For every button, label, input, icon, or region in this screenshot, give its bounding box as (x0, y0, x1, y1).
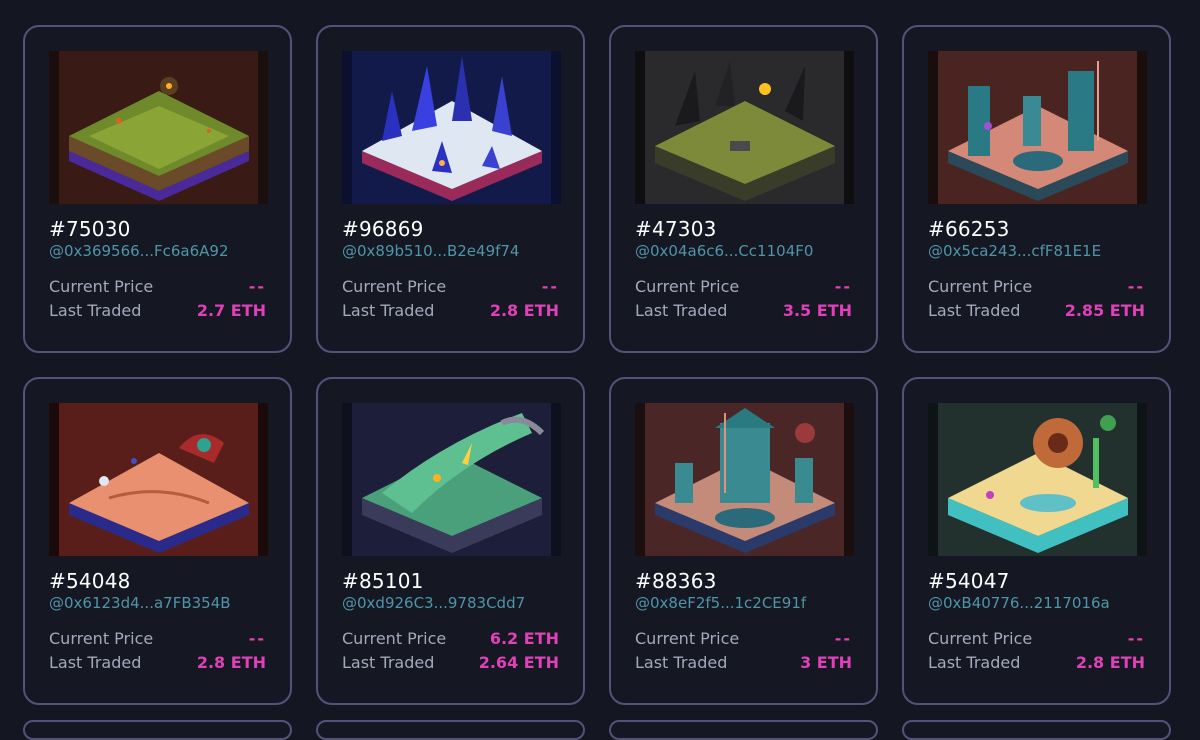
last-traded-value: 2.8 ETH (489, 300, 559, 320)
current-price-value: -- (248, 276, 266, 296)
token-id[interactable]: #85101 (342, 569, 559, 593)
current-price-row: Current Price -- (49, 626, 266, 650)
owner-address-link[interactable]: @0x369566...Fc6a6A92 (49, 242, 266, 260)
token-id[interactable]: #88363 (635, 569, 852, 593)
last-traded-value: 3 ETH (800, 652, 852, 672)
current-price-value: -- (834, 628, 852, 648)
last-traded-label: Last Traded (49, 652, 142, 672)
current-price-row: Current Price -- (49, 274, 266, 298)
nft-image[interactable] (928, 403, 1147, 556)
last-traded-label: Last Traded (635, 652, 728, 672)
current-price-label: Current Price (342, 276, 447, 296)
nft-card-partial[interactable] (316, 720, 585, 740)
last-traded-row: Last Traded 2.64 ETH (342, 650, 559, 674)
current-price-label: Current Price (635, 276, 740, 296)
owner-address-link[interactable]: @0x89b510...B2e49f74 (342, 242, 559, 260)
current-price-row: Current Price -- (928, 274, 1145, 298)
last-traded-label: Last Traded (928, 300, 1021, 320)
current-price-value: -- (1127, 628, 1145, 648)
nft-card[interactable]: #96869 @0x89b510...B2e49f74 Current Pric… (316, 25, 585, 353)
last-traded-value: 2.64 ETH (478, 652, 559, 672)
nft-card[interactable]: #47303 @0x04a6c6...Cc1104F0 Current Pric… (609, 25, 878, 353)
nft-card[interactable]: #54047 @0xB40776...2117016a Current Pric… (902, 377, 1171, 705)
nft-card[interactable]: #88363 @0x8eF2f5...1c2CE91f Current Pric… (609, 377, 878, 705)
nft-image[interactable] (928, 51, 1147, 204)
owner-address-link[interactable]: @0x5ca243...cfF81E1E (928, 242, 1145, 260)
owner-address-link[interactable]: @0x8eF2f5...1c2CE91f (635, 594, 852, 612)
current-price-value: -- (541, 276, 559, 296)
owner-address-link[interactable]: @0x6123d4...a7FB354B (49, 594, 266, 612)
last-traded-value: 2.7 ETH (196, 300, 266, 320)
nft-card[interactable]: #54048 @0x6123d4...a7FB354B Current Pric… (23, 377, 292, 705)
token-id[interactable]: #75030 (49, 217, 266, 241)
token-id[interactable]: #54047 (928, 569, 1145, 593)
last-traded-row: Last Traded 2.8 ETH (928, 650, 1145, 674)
nft-card-partial[interactable] (609, 720, 878, 740)
last-traded-value: 3.5 ETH (782, 300, 852, 320)
current-price-row: Current Price -- (635, 274, 852, 298)
last-traded-label: Last Traded (635, 300, 728, 320)
current-price-row: Current Price -- (928, 626, 1145, 650)
nft-card[interactable]: #66253 @0x5ca243...cfF81E1E Current Pric… (902, 25, 1171, 353)
current-price-value: 6.2 ETH (489, 628, 559, 648)
current-price-row: Current Price 6.2 ETH (342, 626, 559, 650)
last-traded-value: 2.85 ETH (1064, 300, 1145, 320)
owner-address-link[interactable]: @0x04a6c6...Cc1104F0 (635, 242, 852, 260)
last-traded-row: Last Traded 2.8 ETH (49, 650, 266, 674)
nft-card[interactable]: #75030 @0x369566...Fc6a6A92 Current Pric… (23, 25, 292, 353)
last-traded-value: 2.8 ETH (196, 652, 266, 672)
current-price-label: Current Price (342, 628, 447, 648)
current-price-value: -- (1127, 276, 1145, 296)
token-id[interactable]: #96869 (342, 217, 559, 241)
current-price-row: Current Price -- (635, 626, 852, 650)
current-price-label: Current Price (49, 628, 154, 648)
last-traded-row: Last Traded 2.85 ETH (928, 298, 1145, 322)
last-traded-row: Last Traded 2.7 ETH (49, 298, 266, 322)
nft-card-partial[interactable] (23, 720, 292, 740)
last-traded-label: Last Traded (342, 652, 435, 672)
owner-address-link[interactable]: @0xd926C3...9783Cdd7 (342, 594, 559, 612)
token-id[interactable]: #66253 (928, 217, 1145, 241)
last-traded-row: Last Traded 2.8 ETH (342, 298, 559, 322)
current-price-value: -- (834, 276, 852, 296)
current-price-label: Current Price (635, 628, 740, 648)
nft-card[interactable]: #85101 @0xd926C3...9783Cdd7 Current Pric… (316, 377, 585, 705)
token-id[interactable]: #54048 (49, 569, 266, 593)
token-id[interactable]: #47303 (635, 217, 852, 241)
nft-card-partial[interactable] (902, 720, 1171, 740)
current-price-label: Current Price (928, 628, 1033, 648)
nft-image[interactable] (49, 51, 268, 204)
last-traded-label: Last Traded (342, 300, 435, 320)
current-price-label: Current Price (49, 276, 154, 296)
current-price-row: Current Price -- (342, 274, 559, 298)
last-traded-row: Last Traded 3 ETH (635, 650, 852, 674)
nft-image[interactable] (635, 51, 854, 204)
last-traded-label: Last Traded (928, 652, 1021, 672)
nft-image[interactable] (635, 403, 854, 556)
owner-address-link[interactable]: @0xB40776...2117016a (928, 594, 1145, 612)
nft-image[interactable] (342, 51, 561, 204)
nft-image[interactable] (342, 403, 561, 556)
current-price-label: Current Price (928, 276, 1033, 296)
last-traded-label: Last Traded (49, 300, 142, 320)
current-price-value: -- (248, 628, 266, 648)
nft-grid: #75030 @0x369566...Fc6a6A92 Current Pric… (23, 25, 1171, 705)
last-traded-row: Last Traded 3.5 ETH (635, 298, 852, 322)
last-traded-value: 2.8 ETH (1075, 652, 1145, 672)
nft-image[interactable] (49, 403, 268, 556)
